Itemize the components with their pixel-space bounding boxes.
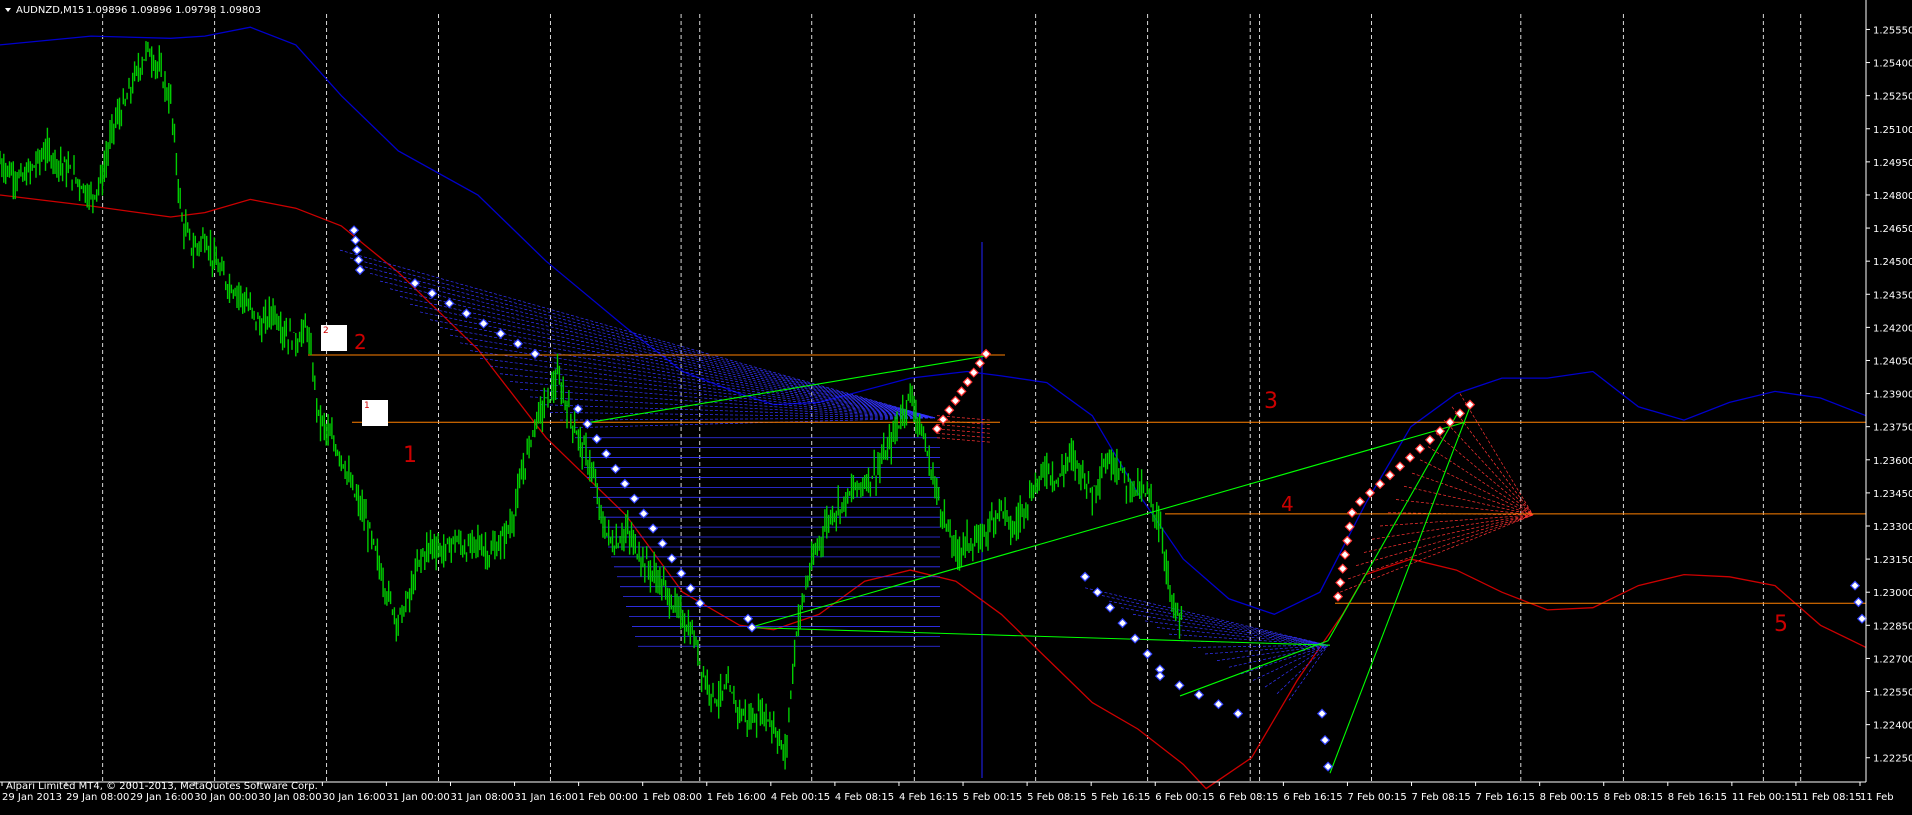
y-tick-label: 1.25550 <box>1873 25 1912 36</box>
y-tick-label: 1.24800 <box>1873 191 1912 202</box>
x-tick-label: 11 Feb 08:15 <box>1796 792 1862 803</box>
y-tick-label: 1.22700 <box>1873 654 1912 665</box>
box-label-2: 2 <box>323 326 329 336</box>
x-tick-label: 1 Feb 00:00 <box>579 792 638 803</box>
annotation-5: 5 <box>1774 612 1788 637</box>
annotation-4: 4 <box>1281 492 1294 516</box>
x-tick-label: 5 Feb 16:15 <box>1091 792 1150 803</box>
x-tick-label: 29 Jan 08:00 <box>66 792 129 803</box>
y-tick-label: 1.25400 <box>1873 59 1912 70</box>
ohlc-label: 1.09896 1.09896 1.09798 1.09803 <box>86 5 261 16</box>
x-tick-label: 8 Feb 16:15 <box>1668 792 1727 803</box>
y-tick-label: 1.23750 <box>1873 423 1912 434</box>
y-tick-label: 1.22250 <box>1873 754 1912 765</box>
x-tick-label: 30 Jan 16:00 <box>322 792 385 803</box>
symbol-label: AUDNZD,M15 <box>16 5 84 16</box>
copyright-label: Alpari Limited MT4, © 2001-2013, MetaQuo… <box>6 781 318 792</box>
y-tick-label: 1.23900 <box>1873 390 1912 401</box>
x-tick-label: 4 Feb 00:15 <box>771 792 830 803</box>
x-tick-label: 7 Feb 08:15 <box>1412 792 1471 803</box>
y-tick-label: 1.25250 <box>1873 92 1912 103</box>
x-tick-label: 11 Feb 00:15 <box>1732 792 1798 803</box>
x-tick-label: 30 Jan 00:00 <box>194 792 257 803</box>
x-tick-label: 8 Feb 08:15 <box>1604 792 1663 803</box>
y-tick-label: 1.23150 <box>1873 555 1912 566</box>
y-tick-label: 1.23000 <box>1873 588 1912 599</box>
x-tick-label: 31 Jan 08:00 <box>450 792 513 803</box>
x-tick-label: 11 Feb <box>1860 792 1894 803</box>
x-tick-label: 5 Feb 00:15 <box>963 792 1022 803</box>
price-chart[interactable]: 2 1 2 1 3 4 5 1.25550 1.25400 1.25250 1.25100 1.24… <box>0 0 1912 811</box>
y-tick-label: 1.23300 <box>1873 522 1912 533</box>
annotation-3: 3 <box>1264 389 1278 414</box>
x-tick-label: 6 Feb 08:15 <box>1219 792 1278 803</box>
y-tick-label: 1.24350 <box>1873 290 1912 301</box>
y-tick-label: 1.22400 <box>1873 721 1912 732</box>
y-tick-label: 1.24650 <box>1873 224 1912 235</box>
y-tick-label: 1.24050 <box>1873 356 1912 367</box>
x-tick-label: 4 Feb 08:15 <box>835 792 894 803</box>
x-tick-label: 29 Jan 2013 <box>2 792 62 803</box>
y-tick-label: 1.24200 <box>1873 323 1912 334</box>
x-tick-label: 31 Jan 16:00 <box>515 792 578 803</box>
y-tick-label: 1.23600 <box>1873 456 1912 467</box>
y-tick-label: 1.25100 <box>1873 125 1912 136</box>
y-tick-label: 1.22850 <box>1873 621 1912 632</box>
chart-background <box>0 0 1912 811</box>
x-tick-label: 30 Jan 08:00 <box>258 792 321 803</box>
x-tick-label: 6 Feb 00:15 <box>1155 792 1214 803</box>
x-tick-label: 1 Feb 08:00 <box>643 792 702 803</box>
x-tick-label: 5 Feb 08:15 <box>1027 792 1086 803</box>
annotation-1: 1 <box>403 443 417 468</box>
y-tick-label: 1.22550 <box>1873 688 1912 699</box>
x-tick-label: 4 Feb 16:15 <box>899 792 958 803</box>
y-tick-label: 1.23450 <box>1873 489 1912 500</box>
box-label-1: 1 <box>364 401 370 411</box>
x-tick-label: 7 Feb 16:15 <box>1476 792 1535 803</box>
x-tick-label: 7 Feb 00:15 <box>1347 792 1406 803</box>
annotation-2: 2 <box>354 330 367 354</box>
y-tick-label: 1.24950 <box>1873 158 1912 169</box>
x-tick-label: 31 Jan 00:00 <box>386 792 449 803</box>
x-tick-label: 6 Feb 16:15 <box>1283 792 1342 803</box>
x-tick-label: 8 Feb 00:15 <box>1540 792 1599 803</box>
x-tick-label: 29 Jan 16:00 <box>130 792 193 803</box>
x-tick-label: 1 Feb 16:00 <box>707 792 766 803</box>
y-tick-label: 1.24500 <box>1873 257 1912 268</box>
chart-window[interactable]: 2 1 2 1 3 4 5 1.25550 1.25400 1.25250 1.25100 1.24… <box>0 0 1912 811</box>
